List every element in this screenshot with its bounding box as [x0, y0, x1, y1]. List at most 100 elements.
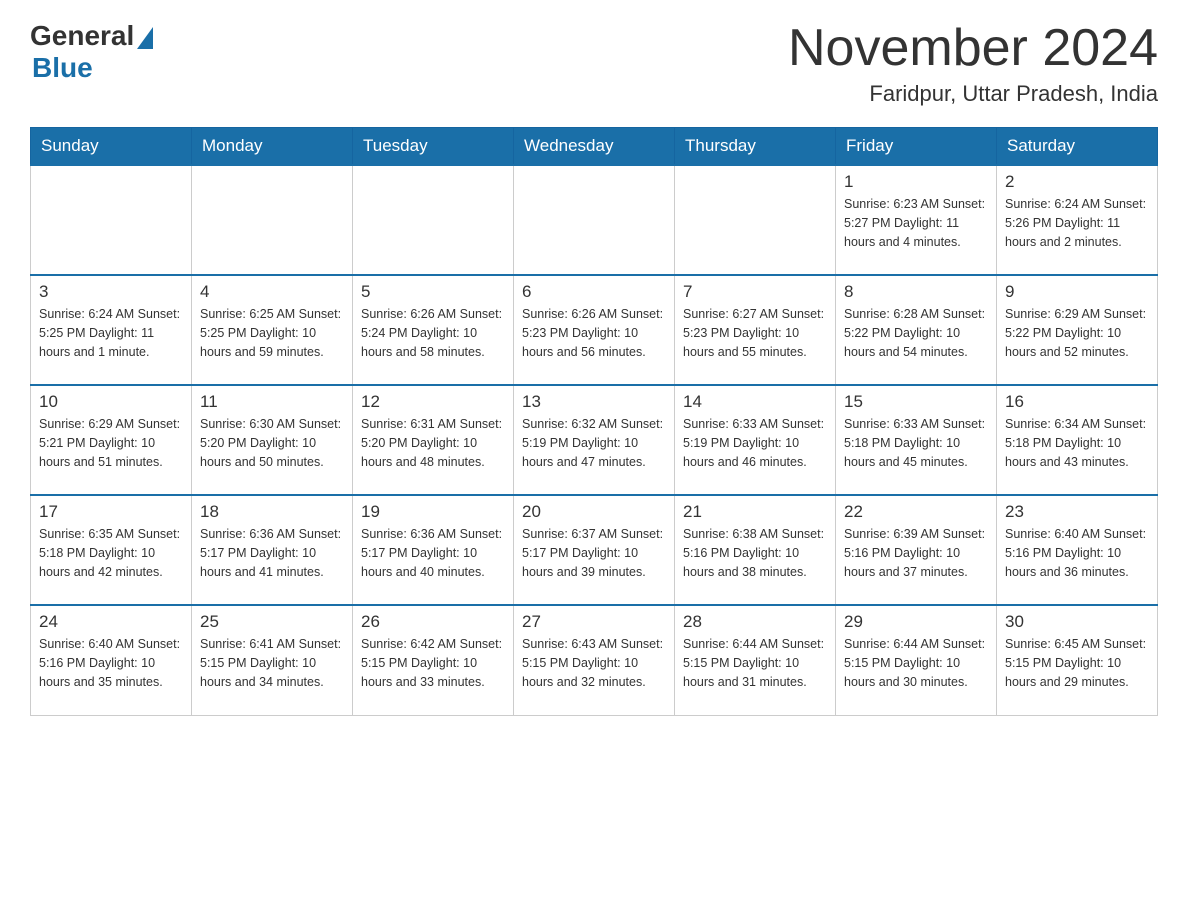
day-number: 1: [844, 172, 988, 192]
calendar-cell: 12 Sunrise: 6:31 AM Sunset: 5:20 PM Dayli…: [353, 385, 514, 495]
calendar-cell: 11Sunrise: 6:30 AM Sunset: 5:20 PM Dayli…: [192, 385, 353, 495]
calendar-title: November 2024: [788, 20, 1158, 77]
weekday-header-sunday: Sunday: [31, 128, 192, 166]
day-info: Sunrise: 6:33 AM Sunset: 5:18 PM Dayligh…: [844, 415, 988, 471]
day-info: Sunrise: 6:25 AM Sunset: 5:25 PM Dayligh…: [200, 305, 344, 361]
calendar-cell: [353, 165, 514, 275]
calendar-cell: 29 Sunrise: 6:44 AM Sunset: 5:15 PM Dayli…: [836, 605, 997, 715]
day-number: 29: [844, 612, 988, 632]
day-number: 13: [522, 392, 666, 412]
week-row-3: 10 Sunrise: 6:29 AM Sunset: 5:21 PM Dayli…: [31, 385, 1158, 495]
day-number: 11: [200, 392, 344, 412]
day-info: Sunrise: 6:28 AM Sunset: 5:22 PM Dayligh…: [844, 305, 988, 361]
day-info: Sunrise: 6:38 AM Sunset: 5:16 PM Dayligh…: [683, 525, 827, 581]
calendar-cell: 24 Sunrise: 6:40 AM Sunset: 5:16 PM Dayli…: [31, 605, 192, 715]
day-number: 26: [361, 612, 505, 632]
logo-triangle-icon: [137, 27, 153, 49]
calendar-table: SundayMondayTuesdayWednesdayThursdayFrid…: [30, 127, 1158, 716]
calendar-cell: 28 Sunrise: 6:44 AM Sunset: 5:15 PM Dayli…: [675, 605, 836, 715]
day-info: Sunrise: 6:45 AM Sunset: 5:15 PM Dayligh…: [1005, 635, 1149, 691]
day-number: 5: [361, 282, 505, 302]
day-info: Sunrise: 6:27 AM Sunset: 5:23 PM Dayligh…: [683, 305, 827, 361]
day-info: Sunrise: 6:43 AM Sunset: 5:15 PM Dayligh…: [522, 635, 666, 691]
day-number: 3: [39, 282, 183, 302]
day-number: 17: [39, 502, 183, 522]
day-number: 19: [361, 502, 505, 522]
day-info: Sunrise: 6:42 AM Sunset: 5:15 PM Dayligh…: [361, 635, 505, 691]
calendar-cell: 23 Sunrise: 6:40 AM Sunset: 5:16 PM Dayli…: [997, 495, 1158, 605]
calendar-cell: 30 Sunrise: 6:45 AM Sunset: 5:15 PM Dayli…: [997, 605, 1158, 715]
week-row-4: 17 Sunrise: 6:35 AM Sunset: 5:18 PM Dayli…: [31, 495, 1158, 605]
calendar-cell: [192, 165, 353, 275]
day-info: Sunrise: 6:32 AM Sunset: 5:19 PM Dayligh…: [522, 415, 666, 471]
day-info: Sunrise: 6:24 AM Sunset: 5:25 PM Dayligh…: [39, 305, 183, 361]
day-info: Sunrise: 6:23 AM Sunset: 5:27 PM Dayligh…: [844, 195, 988, 251]
weekday-header-friday: Friday: [836, 128, 997, 166]
calendar-header: SundayMondayTuesdayWednesdayThursdayFrid…: [31, 128, 1158, 166]
day-number: 15: [844, 392, 988, 412]
day-number: 30: [1005, 612, 1149, 632]
day-number: 18: [200, 502, 344, 522]
calendar-cell: 5 Sunrise: 6:26 AM Sunset: 5:24 PM Daylig…: [353, 275, 514, 385]
calendar-cell: 10 Sunrise: 6:29 AM Sunset: 5:21 PM Dayli…: [31, 385, 192, 495]
day-info: Sunrise: 6:24 AM Sunset: 5:26 PM Dayligh…: [1005, 195, 1149, 251]
day-info: Sunrise: 6:26 AM Sunset: 5:24 PM Dayligh…: [361, 305, 505, 361]
calendar-cell: 18 Sunrise: 6:36 AM Sunset: 5:17 PM Dayli…: [192, 495, 353, 605]
day-info: Sunrise: 6:37 AM Sunset: 5:17 PM Dayligh…: [522, 525, 666, 581]
calendar-cell: 3 Sunrise: 6:24 AM Sunset: 5:25 PM Daylig…: [31, 275, 192, 385]
calendar-cell: 8 Sunrise: 6:28 AM Sunset: 5:22 PM Daylig…: [836, 275, 997, 385]
day-number: 23: [1005, 502, 1149, 522]
logo-blue-text: Blue: [32, 52, 93, 84]
calendar-cell: [31, 165, 192, 275]
calendar-cell: [675, 165, 836, 275]
calendar-cell: 20 Sunrise: 6:37 AM Sunset: 5:17 PM Dayli…: [514, 495, 675, 605]
calendar-body: 1 Sunrise: 6:23 AM Sunset: 5:27 PM Daylig…: [31, 165, 1158, 715]
weekday-header-monday: Monday: [192, 128, 353, 166]
day-info: Sunrise: 6:35 AM Sunset: 5:18 PM Dayligh…: [39, 525, 183, 581]
week-row-2: 3 Sunrise: 6:24 AM Sunset: 5:25 PM Daylig…: [31, 275, 1158, 385]
calendar-cell: 4Sunrise: 6:25 AM Sunset: 5:25 PM Daylig…: [192, 275, 353, 385]
day-number: 7: [683, 282, 827, 302]
day-info: Sunrise: 6:34 AM Sunset: 5:18 PM Dayligh…: [1005, 415, 1149, 471]
calendar-cell: 13 Sunrise: 6:32 AM Sunset: 5:19 PM Dayli…: [514, 385, 675, 495]
day-info: Sunrise: 6:44 AM Sunset: 5:15 PM Dayligh…: [683, 635, 827, 691]
day-number: 21: [683, 502, 827, 522]
calendar-subtitle: Faridpur, Uttar Pradesh, India: [788, 81, 1158, 107]
day-info: Sunrise: 6:36 AM Sunset: 5:17 PM Dayligh…: [200, 525, 344, 581]
calendar-cell: 22Sunrise: 6:39 AM Sunset: 5:16 PM Dayli…: [836, 495, 997, 605]
page-header: General Blue November 2024 Faridpur, Utt…: [30, 20, 1158, 107]
day-number: 24: [39, 612, 183, 632]
day-number: 27: [522, 612, 666, 632]
calendar-cell: 15 Sunrise: 6:33 AM Sunset: 5:18 PM Dayli…: [836, 385, 997, 495]
day-number: 6: [522, 282, 666, 302]
day-number: 12: [361, 392, 505, 412]
calendar-cell: 6 Sunrise: 6:26 AM Sunset: 5:23 PM Daylig…: [514, 275, 675, 385]
day-number: 20: [522, 502, 666, 522]
day-number: 8: [844, 282, 988, 302]
day-info: Sunrise: 6:44 AM Sunset: 5:15 PM Dayligh…: [844, 635, 988, 691]
day-number: 25: [200, 612, 344, 632]
week-row-1: 1 Sunrise: 6:23 AM Sunset: 5:27 PM Daylig…: [31, 165, 1158, 275]
day-number: 28: [683, 612, 827, 632]
day-number: 2: [1005, 172, 1149, 192]
calendar-cell: 2 Sunrise: 6:24 AM Sunset: 5:26 PM Daylig…: [997, 165, 1158, 275]
day-info: Sunrise: 6:41 AM Sunset: 5:15 PM Dayligh…: [200, 635, 344, 691]
day-info: Sunrise: 6:29 AM Sunset: 5:21 PM Dayligh…: [39, 415, 183, 471]
day-number: 10: [39, 392, 183, 412]
weekday-header-saturday: Saturday: [997, 128, 1158, 166]
calendar-cell: 9Sunrise: 6:29 AM Sunset: 5:22 PM Daylig…: [997, 275, 1158, 385]
calendar-cell: 1 Sunrise: 6:23 AM Sunset: 5:27 PM Daylig…: [836, 165, 997, 275]
weekday-header-row: SundayMondayTuesdayWednesdayThursdayFrid…: [31, 128, 1158, 166]
day-info: Sunrise: 6:26 AM Sunset: 5:23 PM Dayligh…: [522, 305, 666, 361]
day-info: Sunrise: 6:40 AM Sunset: 5:16 PM Dayligh…: [1005, 525, 1149, 581]
weekday-header-tuesday: Tuesday: [353, 128, 514, 166]
logo-general-text: General: [30, 20, 134, 52]
day-info: Sunrise: 6:40 AM Sunset: 5:16 PM Dayligh…: [39, 635, 183, 691]
day-info: Sunrise: 6:29 AM Sunset: 5:22 PM Dayligh…: [1005, 305, 1149, 361]
calendar-cell: 16Sunrise: 6:34 AM Sunset: 5:18 PM Dayli…: [997, 385, 1158, 495]
weekday-header-wednesday: Wednesday: [514, 128, 675, 166]
day-info: Sunrise: 6:31 AM Sunset: 5:20 PM Dayligh…: [361, 415, 505, 471]
week-row-5: 24 Sunrise: 6:40 AM Sunset: 5:16 PM Dayli…: [31, 605, 1158, 715]
calendar-cell: 21 Sunrise: 6:38 AM Sunset: 5:16 PM Dayli…: [675, 495, 836, 605]
calendar-cell: 17 Sunrise: 6:35 AM Sunset: 5:18 PM Dayli…: [31, 495, 192, 605]
